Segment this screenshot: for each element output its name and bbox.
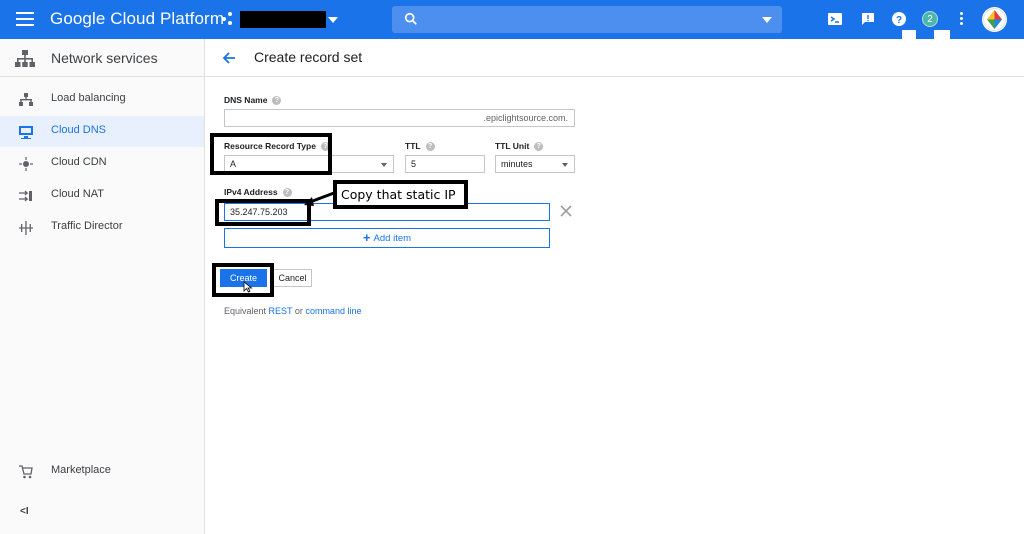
cloud-dns-icon	[19, 126, 33, 139]
cloud-nat-icon	[19, 190, 32, 202]
help-icon[interactable]: ?	[425, 142, 435, 152]
svg-text:?: ?	[896, 15, 902, 26]
sidebar: Network services Load balancing Cloud DN…	[0, 39, 205, 534]
rest-link[interactable]: REST	[269, 306, 293, 316]
ttl-label: TTL?	[405, 141, 435, 152]
dns-name-suffix: .epiclightsource.com.	[483, 113, 568, 123]
ttl-unit-select[interactable]: minutes	[495, 155, 575, 173]
sidebar-item-label: Cloud NAT	[51, 188, 104, 200]
top-app-bar: Google Cloud Platform ? 2	[0, 0, 1024, 39]
mouse-cursor-icon	[243, 281, 253, 293]
help-icon[interactable]: ?	[534, 142, 544, 152]
sidebar-item-marketplace[interactable]: Marketplace	[0, 456, 204, 487]
sidebar-item-label: Cloud CDN	[51, 156, 107, 168]
sidebar-item-traffic-director[interactable]: Traffic Director	[0, 212, 204, 243]
product-title[interactable]: Google Cloud Platform	[50, 9, 224, 29]
more-options-icon[interactable]	[960, 12, 964, 26]
highlight-rrtype	[210, 133, 332, 175]
back-arrow-icon[interactable]	[221, 50, 237, 66]
dropdown-caret-icon	[562, 163, 568, 167]
sidebar-title: Network services	[51, 50, 158, 66]
help-icon[interactable]: ?	[272, 96, 282, 106]
add-item-button[interactable]: + Add item	[224, 228, 550, 248]
ttl-unit-label: TTL Unit?	[495, 141, 544, 152]
search-dropdown-icon[interactable]	[762, 17, 772, 23]
sidebar-item-cloud-nat[interactable]: Cloud NAT	[0, 180, 204, 211]
search-icon	[404, 12, 417, 25]
page-header: Create record set	[205, 39, 1024, 77]
sidebar-header: Network services	[0, 39, 204, 77]
page-title: Create record set	[254, 49, 363, 65]
project-name-redacted[interactable]	[240, 11, 326, 28]
sidebar-item-cloud-cdn[interactable]: Cloud CDN	[0, 148, 204, 179]
collapse-icon: <I	[20, 506, 29, 517]
equivalent-links: Equivalent REST or command line	[224, 306, 362, 316]
remove-item-icon[interactable]	[560, 205, 572, 217]
help-icon[interactable]: ?	[891, 11, 907, 27]
project-icon[interactable]	[222, 12, 236, 26]
cart-icon	[19, 465, 33, 479]
load-balancing-icon	[19, 93, 33, 106]
callout-arrow-icon	[304, 191, 335, 206]
search-bar[interactable]	[392, 6, 782, 33]
cancel-button[interactable]: Cancel	[273, 269, 312, 287]
sidebar-item-label: Traffic Director	[51, 220, 123, 232]
collapse-sidebar-button[interactable]: <I	[0, 498, 204, 529]
annotation-callout: Copy that static IP	[333, 180, 468, 209]
account-avatar-icon	[983, 8, 1006, 31]
sidebar-item-load-balancing[interactable]: Load balancing	[0, 84, 204, 115]
ipv4-label: IPv4 Address?	[224, 187, 292, 198]
sidebar-item-label: Marketplace	[51, 464, 111, 476]
highlight-ipv4	[215, 199, 311, 226]
help-icon[interactable]: ?	[282, 188, 292, 198]
sidebar-item-cloud-dns[interactable]: Cloud DNS	[0, 116, 204, 147]
cloud-cdn-icon	[19, 157, 33, 171]
project-dropdown-icon[interactable]	[328, 17, 338, 23]
cloud-shell-icon[interactable]	[827, 11, 843, 27]
avatar[interactable]	[982, 7, 1007, 32]
dns-name-input[interactable]: .epiclightsource.com.	[224, 109, 575, 127]
sidebar-item-label: Load balancing	[51, 92, 126, 104]
feedback-icon[interactable]	[860, 11, 876, 27]
plus-icon: +	[362, 230, 371, 245]
notifications-icon[interactable]: 2	[922, 11, 938, 27]
network-services-icon	[15, 50, 35, 67]
dropdown-caret-icon	[381, 163, 387, 167]
command-line-link[interactable]: command line	[305, 306, 361, 316]
menu-icon[interactable]	[16, 12, 34, 26]
ttl-input[interactable]: 5	[405, 155, 485, 173]
dns-name-label: DNS Name?	[224, 95, 282, 106]
traffic-director-icon	[19, 221, 33, 235]
sidebar-item-label: Cloud DNS	[51, 124, 107, 136]
